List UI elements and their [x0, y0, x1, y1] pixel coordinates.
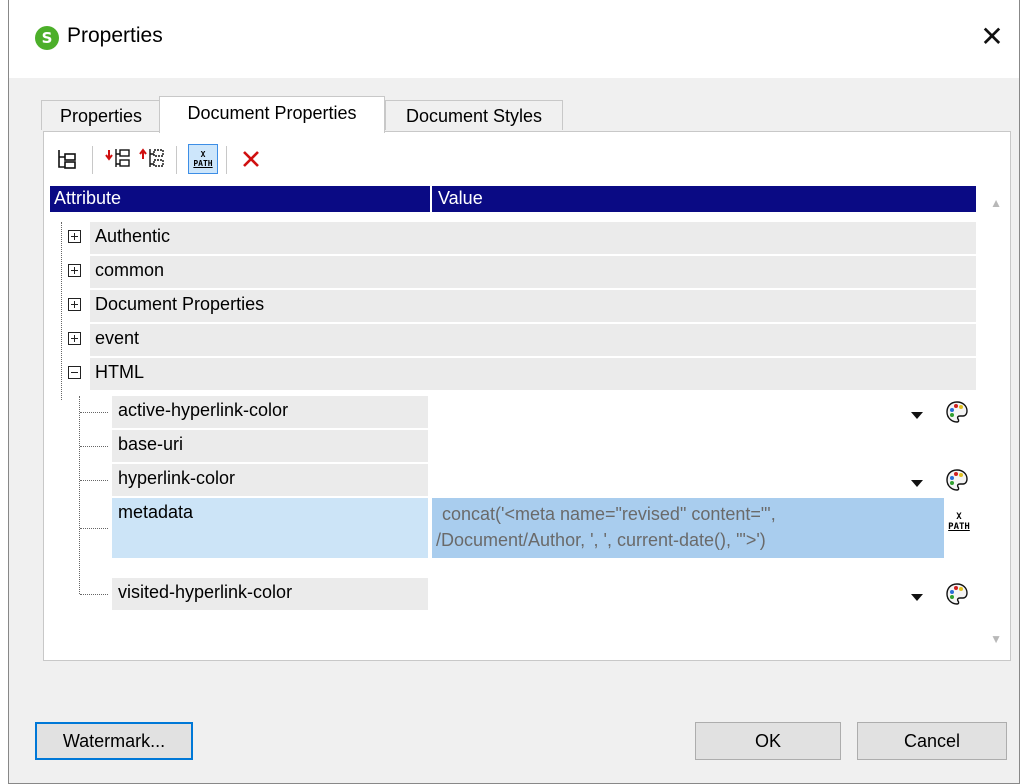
- xpath-icon: X PATH: [946, 512, 972, 532]
- group-label-common: common: [95, 260, 165, 280]
- scroll-down-arrow-icon[interactable]: ▼: [990, 632, 1002, 646]
- group-label-html: HTML: [95, 362, 144, 382]
- expand-plus-icon[interactable]: [68, 298, 81, 311]
- tab-properties[interactable]: Properties: [41, 100, 161, 130]
- attribute-column-header[interactable]: Attribute: [54, 188, 121, 209]
- tree-view-icon: [58, 150, 76, 169]
- toolbar-separator: [176, 146, 177, 174]
- tree-branch-line: [80, 446, 108, 447]
- expand-plus-icon[interactable]: [68, 264, 81, 277]
- add-child-attribute-button[interactable]: [138, 144, 168, 174]
- attribute-name: visited-hyperlink-color: [118, 582, 293, 602]
- watermark-button[interactable]: Watermark...: [35, 722, 193, 760]
- group-row[interactable]: [90, 256, 976, 288]
- toolbar-separator: [92, 146, 93, 174]
- dropdown-arrow-icon[interactable]: [908, 472, 926, 490]
- close-icon: ✕: [980, 20, 1004, 53]
- properties-dialog: S Properties ✕ Properties Document Prope…: [8, 0, 1020, 784]
- group-row[interactable]: [90, 358, 976, 390]
- color-palette-icon[interactable]: [945, 468, 969, 492]
- add-child-attribute-icon: [139, 148, 164, 167]
- cancel-button[interactable]: Cancel: [857, 722, 1007, 760]
- tree-branch-line: [80, 528, 108, 529]
- xpath-value-line2: /Document/Author, ', ', current-date(), …: [436, 530, 766, 550]
- app-logo-icon: S: [35, 26, 59, 50]
- group-row[interactable]: [90, 222, 976, 254]
- group-label-event: event: [95, 328, 140, 348]
- color-palette-icon[interactable]: [945, 582, 969, 606]
- value-cell-selected[interactable]: concat('<meta name="revised" content="',…: [432, 498, 944, 558]
- value-column-header[interactable]: Value: [438, 188, 483, 209]
- value-cell[interactable]: [432, 464, 976, 496]
- tree-guide-line: [79, 396, 80, 594]
- dialog-title: Properties: [67, 24, 163, 47]
- expand-plus-icon[interactable]: [68, 332, 81, 345]
- tree-branch-line: [80, 412, 108, 413]
- attribute-name: active-hyperlink-color: [118, 400, 289, 420]
- add-attribute-button[interactable]: [104, 144, 134, 174]
- tree-branch-line: [80, 480, 108, 481]
- attribute-name: metadata: [118, 502, 194, 522]
- dropdown-arrow-icon[interactable]: [908, 404, 926, 422]
- close-button[interactable]: ✕: [973, 18, 1011, 56]
- xpath-icon-top: X: [956, 512, 962, 522]
- attribute-name: hyperlink-color: [118, 468, 236, 488]
- delete-button[interactable]: [236, 144, 266, 174]
- value-cell[interactable]: [432, 430, 976, 462]
- xpath-edit-button[interactable]: X PATH: [946, 512, 972, 542]
- xpath-icon-bottom: PATH: [948, 522, 970, 532]
- toolbar-separator: [226, 146, 227, 174]
- add-attribute-icon: [105, 149, 130, 167]
- delete-icon: [243, 151, 259, 167]
- xpath-icon-top: X: [200, 150, 206, 159]
- xpath-value-line1: concat('<meta name="revised" content="',: [442, 504, 776, 524]
- tab-document-styles[interactable]: Document Styles: [385, 100, 563, 130]
- attribute-name: base-uri: [118, 434, 184, 454]
- column-divider[interactable]: [430, 186, 432, 212]
- xpath-icon-bottom: PATH: [193, 159, 213, 168]
- dropdown-arrow-icon[interactable]: [908, 586, 926, 604]
- collapse-minus-icon[interactable]: [68, 366, 81, 379]
- value-cell[interactable]: [432, 578, 976, 610]
- xpath-icon: X PATH: [193, 150, 212, 168]
- tree-branch-line: [80, 594, 108, 595]
- expand-plus-icon[interactable]: [68, 230, 81, 243]
- ok-button[interactable]: OK: [695, 722, 841, 760]
- scroll-up-arrow-icon[interactable]: ▲: [990, 196, 1002, 210]
- grid-header: Attribute Value: [50, 186, 976, 212]
- tab-panel: X PATH ▲ ▼ Attribute Value Authentic com…: [43, 131, 1011, 661]
- group-label-document-properties: Document Properties: [95, 294, 265, 314]
- value-cell[interactable]: [432, 396, 976, 428]
- group-row[interactable]: [90, 324, 976, 356]
- tree-view-button[interactable]: [52, 144, 82, 174]
- tree-guide-line: [61, 222, 62, 400]
- xpath-button[interactable]: X PATH: [188, 144, 218, 174]
- tab-document-properties[interactable]: Document Properties: [159, 96, 385, 133]
- color-palette-icon[interactable]: [945, 400, 969, 424]
- title-bar: S Properties ✕: [9, 0, 1019, 78]
- group-label-authentic: Authentic: [95, 226, 171, 246]
- app-logo-letter: S: [41, 29, 53, 47]
